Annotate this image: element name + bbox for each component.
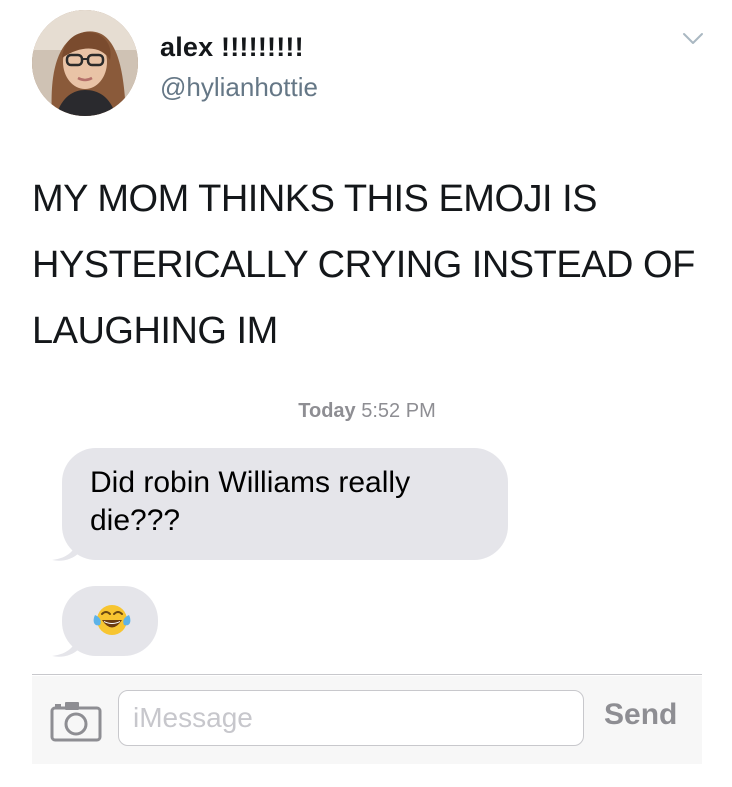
timestamp-time: 5:52 PM <box>361 400 436 422</box>
bubble-tail <box>52 636 80 657</box>
imessage-screenshot: Today 5:52 PM Did robin Williams really … <box>32 390 702 770</box>
message-text: Did robin Williams really die??? <box>90 466 411 537</box>
user-handle[interactable]: @hylianhottie <box>160 72 318 103</box>
message-bubble: Did robin Williams really die??? <box>62 448 508 560</box>
tweet-header: alex !!!!!!!!! @hylianhottie <box>32 10 722 120</box>
message-timestamp: Today 5:52 PM <box>32 400 702 423</box>
display-name[interactable]: alex !!!!!!!!! <box>160 32 304 63</box>
avatar-image <box>32 10 138 116</box>
imessage-input[interactable]: iMessage <box>118 690 584 746</box>
avatar[interactable] <box>32 10 138 116</box>
chevron-down-icon[interactable] <box>682 32 704 46</box>
camera-icon[interactable] <box>50 700 102 742</box>
tweet-text: MY MOM THINKS THIS EMOJI IS HYSTERICALLY… <box>32 178 695 352</box>
send-button[interactable]: Send <box>604 698 677 732</box>
bubble-tail <box>52 540 80 561</box>
timestamp-day: Today <box>298 400 356 422</box>
composer-divider <box>32 674 702 675</box>
message-composer: iMessage Send <box>32 676 702 764</box>
face-with-tears-of-joy-icon <box>93 605 131 635</box>
